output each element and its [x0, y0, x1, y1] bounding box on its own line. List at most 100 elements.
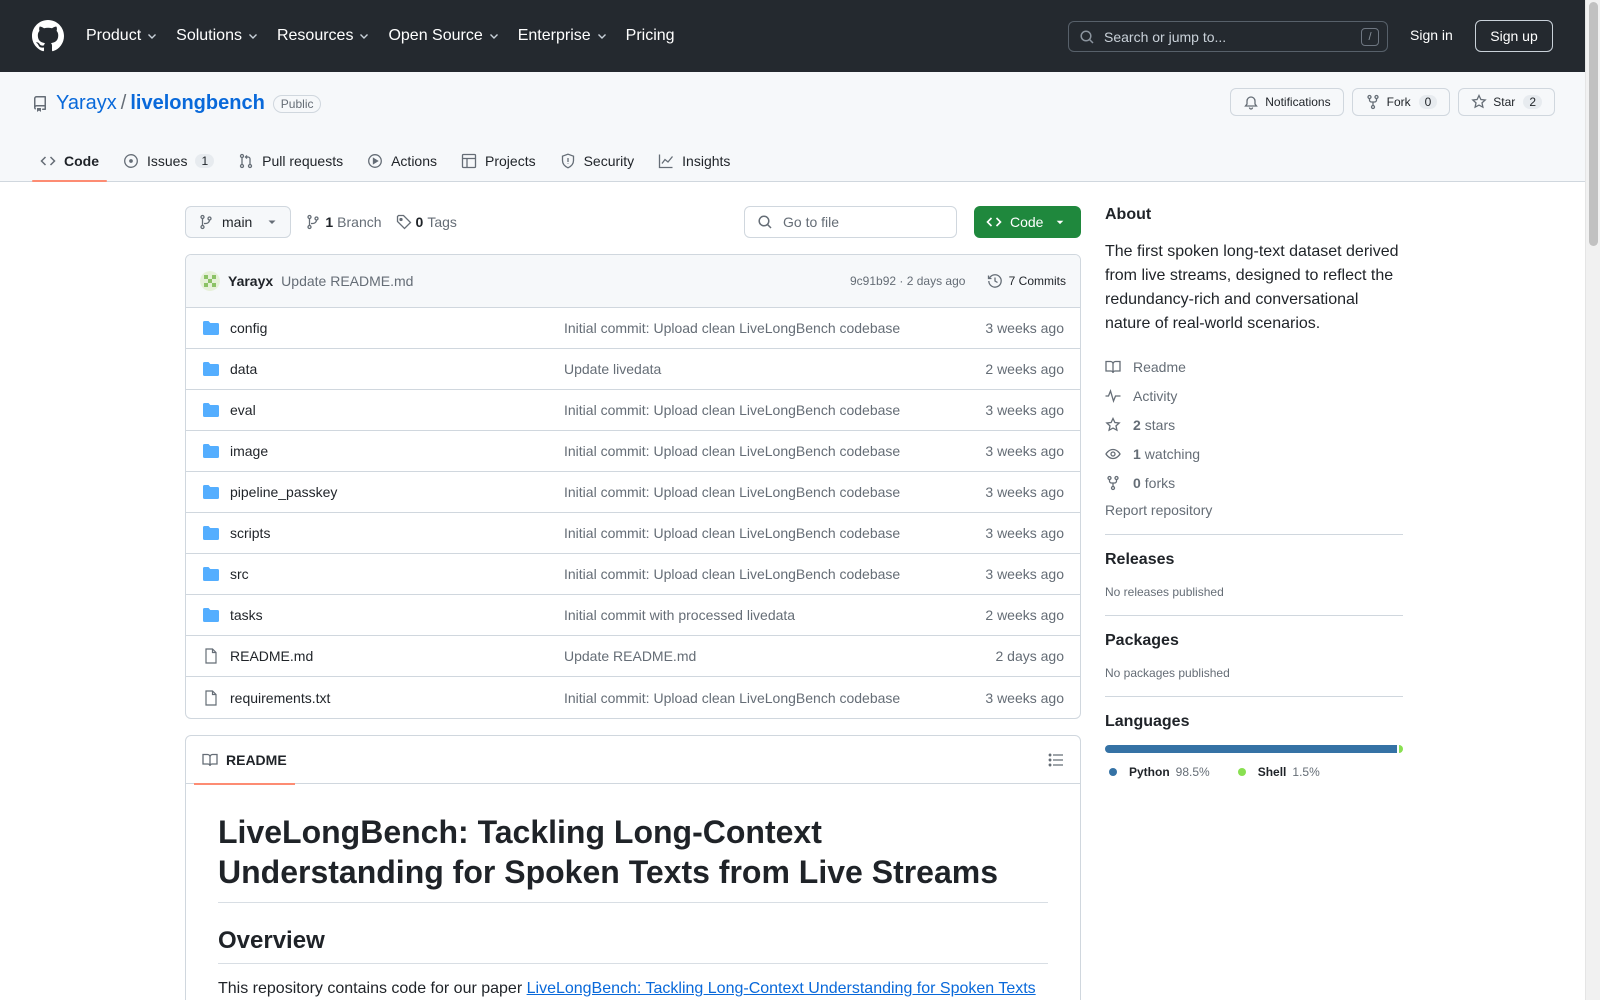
sign-in-link[interactable]: Sign in: [1410, 27, 1453, 43]
code-icon: [40, 156, 56, 166]
issue-icon: [124, 154, 138, 168]
repo-title: Yarayx / livelongbench Public: [32, 92, 322, 115]
file-row: tasks Initial commit with processed lived…: [186, 595, 1080, 636]
readme-link[interactable]: Readme: [1105, 352, 1403, 381]
stars-count: 2: [1133, 416, 1141, 433]
pull-request-icon: [240, 153, 253, 169]
global-search-input[interactable]: Search or jump to... /: [1068, 21, 1388, 52]
releases-section: Releases No releases published: [1105, 534, 1403, 599]
language-percent: 1.5%: [1292, 765, 1320, 779]
file-commit-message-link[interactable]: Initial commit: Upload clean LiveLongBen…: [564, 566, 900, 582]
file-commit-date: 3 weeks ago: [985, 525, 1064, 541]
nav-resources[interactable]: Resources: [277, 27, 370, 45]
book-icon: [202, 753, 218, 766]
language-shell[interactable]: Shell 1.5%: [1237, 765, 1320, 779]
file-name-link[interactable]: src: [230, 566, 564, 582]
pulse-icon: [1105, 388, 1121, 403]
branch-icon: [307, 214, 320, 230]
commits-history-link[interactable]: 7 Commits: [987, 273, 1066, 289]
tab-issues[interactable]: Issues 1: [115, 140, 222, 182]
go-to-file-input[interactable]: Go to file: [744, 206, 957, 238]
github-logo-icon[interactable]: [32, 20, 64, 52]
nav-solutions[interactable]: Solutions: [176, 27, 259, 45]
file-commit-message-link[interactable]: Update livedata: [564, 361, 661, 377]
file-name-link[interactable]: tasks: [230, 607, 564, 623]
fork-label: Fork: [1386, 95, 1411, 109]
tab-pull-requests[interactable]: Pull requests: [230, 140, 351, 182]
language-python[interactable]: Python 98.5%: [1109, 765, 1210, 779]
tags-link[interactable]: 0 Tags: [396, 214, 457, 230]
tab-insights[interactable]: Insights: [650, 140, 738, 182]
file-commit-message-link[interactable]: Initial commit: Upload clean LiveLongBen…: [564, 443, 900, 459]
file-row: data Update livedata 2 weeks ago: [186, 349, 1080, 390]
fork-button[interactable]: Fork 0: [1351, 88, 1451, 116]
packages-heading[interactable]: Packages: [1105, 632, 1403, 650]
language-bar-shell: [1398, 745, 1403, 753]
table-of-contents-icon[interactable]: [1048, 752, 1064, 768]
tab-security[interactable]: Security: [552, 140, 643, 182]
repo-name-link[interactable]: livelongbench: [130, 92, 264, 115]
about-description: The first spoken long-text dataset deriv…: [1105, 243, 1399, 332]
avatar[interactable]: [200, 271, 220, 291]
branches-link[interactable]: 1 Branch: [305, 214, 382, 230]
stars-label: stars: [1144, 416, 1176, 433]
forks-link[interactable]: 0 forks: [1105, 468, 1403, 497]
watchers-link[interactable]: 1 watching: [1105, 439, 1403, 468]
file-commit-message-link[interactable]: Initial commit: Upload clean LiveLongBen…: [564, 525, 900, 541]
file-row: src Initial commit: Upload clean LiveLong…: [186, 554, 1080, 595]
language-color-dot: [1109, 768, 1117, 776]
languages-section: Languages Python 98.5% Shell 1.5%: [1105, 696, 1403, 779]
search-shortcut-hint: /: [1361, 28, 1379, 46]
branch-selector[interactable]: main: [185, 206, 292, 238]
search-placeholder: Search or jump to...: [1104, 28, 1227, 45]
nav-enterprise[interactable]: Enterprise: [518, 27, 608, 45]
repo-icon: [34, 95, 46, 112]
paper-link[interactable]: LiveLongBench: Tackling Long-Context Und…: [527, 980, 1036, 997]
file-commit-message-link[interactable]: Initial commit: Upload clean LiveLongBen…: [564, 690, 900, 706]
tab-label: Actions: [391, 153, 438, 169]
nav-pricing[interactable]: Pricing: [626, 27, 675, 45]
readme-body: LiveLongBench: Tackling Long-Context Und…: [186, 784, 1080, 1000]
star-button[interactable]: Star 2: [1458, 88, 1555, 116]
star-label: Star: [1493, 95, 1516, 109]
file-name-link[interactable]: requirements.txt: [230, 690, 564, 706]
tab-projects[interactable]: Projects: [453, 140, 544, 182]
file-name-link[interactable]: config: [230, 320, 564, 336]
file-commit-message-link[interactable]: Initial commit: Upload clean LiveLongBen…: [564, 484, 900, 500]
folder-icon: [203, 362, 219, 376]
file-name-link[interactable]: README.md: [230, 648, 564, 664]
stars-link[interactable]: 2 stars: [1105, 410, 1403, 439]
commit-hash-and-time[interactable]: 9c91b92 · 2 days ago: [850, 274, 965, 288]
nav-open-source[interactable]: Open Source: [388, 27, 499, 45]
file-name-link[interactable]: eval: [230, 402, 564, 418]
commit-author-link[interactable]: Yarayx: [228, 273, 273, 289]
eye-icon: [1105, 448, 1121, 459]
scrollbar-thumb[interactable]: [1589, 2, 1598, 246]
report-repository-link[interactable]: Report repository: [1105, 502, 1403, 518]
code-button[interactable]: Code: [974, 206, 1081, 238]
file-row: image Initial commit: Upload clean LiveLo…: [186, 431, 1080, 472]
tab-actions[interactable]: Actions: [359, 140, 445, 182]
file-name-link[interactable]: image: [230, 443, 564, 459]
file-commit-message-link[interactable]: Update README.md: [564, 648, 696, 664]
file-commit-message-link[interactable]: Initial commit: Upload clean LiveLongBen…: [564, 402, 900, 418]
activity-link[interactable]: Activity: [1105, 381, 1403, 410]
readme-tab[interactable]: README: [194, 736, 295, 785]
tab-code[interactable]: Code: [32, 140, 107, 182]
file-row: pipeline_passkey Initial commit: Upload c…: [186, 472, 1080, 513]
notifications-button[interactable]: Notifications: [1230, 88, 1344, 116]
sign-up-button[interactable]: Sign up: [1475, 20, 1553, 52]
releases-heading[interactable]: Releases: [1105, 551, 1403, 569]
chevron-down-icon: [148, 34, 157, 39]
file-name-link[interactable]: pipeline_passkey: [230, 484, 564, 500]
repo-owner-link[interactable]: Yarayx: [56, 92, 117, 115]
fork-icon: [1366, 94, 1379, 110]
file-name-link[interactable]: data: [230, 361, 564, 377]
file-commit-message-link[interactable]: Initial commit with processed livedata: [564, 607, 795, 623]
file-commit-message-link[interactable]: Initial commit: Upload clean LiveLongBen…: [564, 320, 900, 336]
file-name-link[interactable]: scripts: [230, 525, 564, 541]
nav-product[interactable]: Product: [86, 27, 158, 45]
commit-message-link[interactable]: Update README.md: [281, 273, 413, 289]
page-scrollbar[interactable]: [1585, 0, 1600, 1000]
history-icon: [987, 274, 1002, 288]
